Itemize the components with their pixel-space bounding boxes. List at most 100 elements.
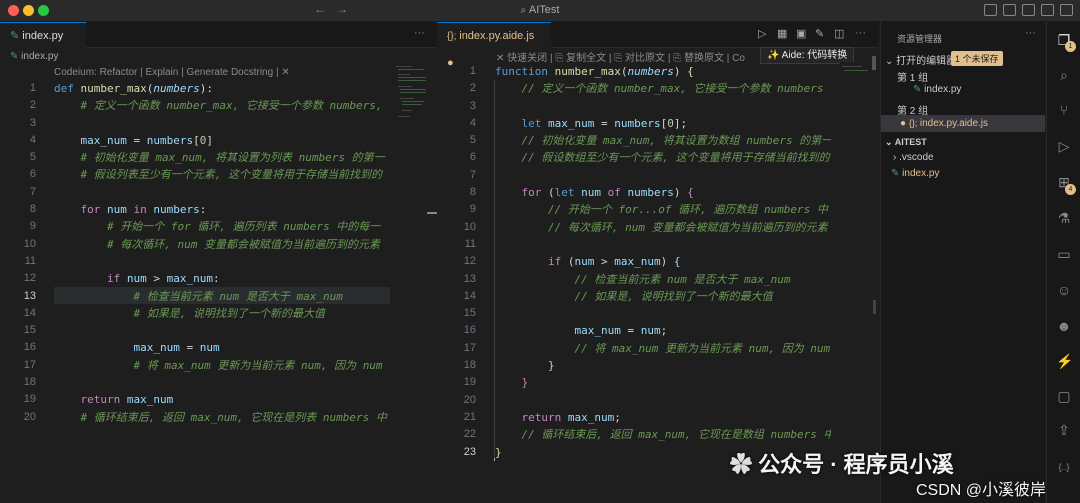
tab-label: index.py.aide.js [459, 30, 535, 42]
toggle-sidebar-icon[interactable] [1003, 4, 1016, 16]
run-debug-icon[interactable]: ▷ [1056, 138, 1072, 154]
edit-icon[interactable]: ✎ [815, 27, 824, 40]
open-editors-section[interactable]: ⌄ 打开的编辑器 [885, 52, 956, 67]
line-number: 9 [469, 203, 476, 216]
open-editor-label: index.py [924, 84, 962, 95]
line-number: 6 [29, 168, 36, 181]
line-number: 19 [463, 376, 476, 389]
left-minimap[interactable] [394, 62, 430, 122]
toggle-layout-icon[interactable] [984, 4, 997, 16]
aide-toolbar: ✕ 快速关闭 | ⎘ 复制全文 | ⎘ 对比原文 | ⎘ 替换原文 | Co [496, 53, 745, 64]
explorer-sidebar: 资源管理器 ··· ⌄ 打开的编辑器 1 个未保存 第 1 组 ✎ index.… [880, 22, 1045, 503]
js-file-icon: {}; [447, 31, 460, 42]
line-number: 1 [29, 82, 36, 94]
line-number: 16 [23, 341, 36, 354]
customize-layout-icon[interactable] [1060, 4, 1073, 16]
line-number: 18 [463, 359, 476, 372]
chevron-down-icon: ⌄ [885, 137, 895, 147]
more-actions-icon[interactable]: ··· [414, 27, 425, 39]
export-icon[interactable]: ⇪ [1056, 422, 1072, 438]
line-number: 5 [469, 134, 476, 147]
window-title[interactable]: AITest [529, 4, 560, 16]
line-number: 20 [23, 410, 36, 423]
line-numbers: 1 2 3 4 5 6 7 8 9 10 11 12 13 14 15 16 17 18 19 20 [10, 80, 36, 426]
line-numbers: 1 2 3 4 5 6 7 8 9 10 11 12 13 14 15 16 17 18 19 20 21 22 23 [448, 63, 476, 461]
line-number: 21 [463, 410, 476, 423]
open-editor-index-py[interactable]: ✎ index.py [913, 84, 961, 95]
run-icon[interactable]: ▷ [758, 27, 766, 40]
python-code[interactable]: def number_max(numbers): # 定义一个函数 number… [54, 80, 390, 426]
extensions-badge: 4 [1065, 184, 1076, 195]
python-file-icon: ✎ [891, 168, 903, 179]
line-number: 17 [463, 341, 476, 354]
split-editor-icon[interactable]: ◫ [834, 27, 844, 40]
line-number: 19 [23, 393, 36, 406]
open-editor-label: index.py.aide.js [919, 118, 989, 129]
line-number: 7 [469, 168, 476, 181]
chat-icon[interactable]: ▢ [1056, 388, 1072, 404]
right-minimap[interactable] [840, 62, 870, 78]
line-number: 8 [469, 186, 476, 199]
open-editor-index-py-aide-js[interactable]: ● {}; index.py.aide.js [881, 115, 1045, 132]
copilot-icon[interactable]: ☻ [1056, 318, 1072, 334]
line-number: 16 [463, 324, 476, 337]
file-index-py[interactable]: ✎ index.py [891, 168, 939, 179]
more-actions-icon[interactable]: ··· [1025, 27, 1036, 39]
line-number: 7 [29, 185, 36, 198]
explorer-badge: 1 [1065, 41, 1076, 52]
codeium-codelens[interactable]: Codeium: Refactor | Explain | Generate D… [54, 67, 290, 78]
compare-icon[interactable]: ▦ [777, 27, 787, 40]
line-number: 15 [463, 307, 476, 320]
javascript-code[interactable]: function number_max(numbers) { // 定义一个函数… [495, 63, 831, 461]
left-tab-bar: ✎ index.py ··· [0, 22, 437, 48]
more-actions-icon[interactable]: ··· [855, 27, 866, 39]
search-icon: ⌕ [520, 5, 529, 16]
unsaved-dot-icon: ● [900, 118, 909, 129]
python-file-icon: ✎ [913, 84, 925, 95]
group-1-label: 第 1 组 [897, 73, 929, 84]
workspace-section[interactable]: ⌄ AITEST [885, 137, 927, 148]
line-number: 18 [23, 376, 36, 389]
line-number: 22 [463, 428, 476, 441]
title-bar: ← → ⌕ AITest [0, 0, 1080, 22]
scrollbar-thumb[interactable] [872, 56, 876, 70]
chevron-down-icon: ⌄ [885, 56, 897, 67]
lightning-icon[interactable]: ⚡ [1056, 353, 1073, 369]
line-number: 15 [23, 324, 36, 337]
line-number: 13 [463, 272, 476, 285]
tab-index-py-aide-js[interactable]: {}; index.py.aide.js ● [437, 22, 551, 69]
remote-explorer-icon[interactable]: ▭ [1056, 246, 1072, 262]
line-number: 23 [463, 445, 476, 458]
folder-label: .vscode [899, 152, 934, 163]
json-icon[interactable]: {..} [1056, 459, 1072, 475]
line-number: 8 [29, 203, 36, 216]
line-number: 12 [463, 255, 476, 268]
line-number: 11 [24, 254, 36, 267]
source-control-icon[interactable]: ⑂ [1056, 102, 1072, 118]
folder-vscode[interactable]: › .vscode [893, 152, 934, 163]
activity-bar: ❐ 1 ⌕ ⑂ ▷ ⊞ 4 ⚗ ▭ ☺ ☻ ⚡ ▢ ⇪ {..} [1046, 22, 1080, 503]
tab-index-py[interactable]: ✎ index.py [0, 22, 86, 48]
search-icon[interactable]: ⌕ [1056, 67, 1072, 83]
open-preview-icon[interactable]: ▣ [796, 27, 806, 40]
line-number: 2 [469, 82, 476, 95]
breadcrumb[interactable]: ✎ index.py [10, 51, 58, 62]
toggle-secondary-sidebar-icon[interactable] [1041, 4, 1054, 16]
line-number: 2 [29, 99, 36, 112]
ai-assistant-icon[interactable]: ☺ [1056, 282, 1072, 298]
line-number: 20 [463, 393, 476, 406]
explorer-header: 资源管理器 [897, 34, 943, 44]
toggle-panel-icon[interactable] [1022, 4, 1035, 16]
wechat-watermark: ✿ 公众号 · 程序员小溪 [730, 447, 954, 479]
line-number: 4 [469, 116, 476, 129]
line-number: 12 [23, 272, 36, 285]
watermark-channel: 公众号 · 程序员小溪 [758, 452, 954, 477]
breadcrumb-file: index.py [21, 51, 59, 62]
js-file-icon: {}; [908, 118, 920, 128]
testing-flask-icon[interactable]: ⚗ [1056, 210, 1072, 226]
line-number: 3 [29, 116, 36, 129]
workspace-label: AITEST [894, 137, 927, 147]
line-number: 3 [469, 99, 476, 112]
line-number: 14 [463, 289, 476, 302]
right-tab-bar: {}; index.py.aide.js ● ▷ ▦ ▣ ✎ ◫ ··· [437, 22, 878, 69]
